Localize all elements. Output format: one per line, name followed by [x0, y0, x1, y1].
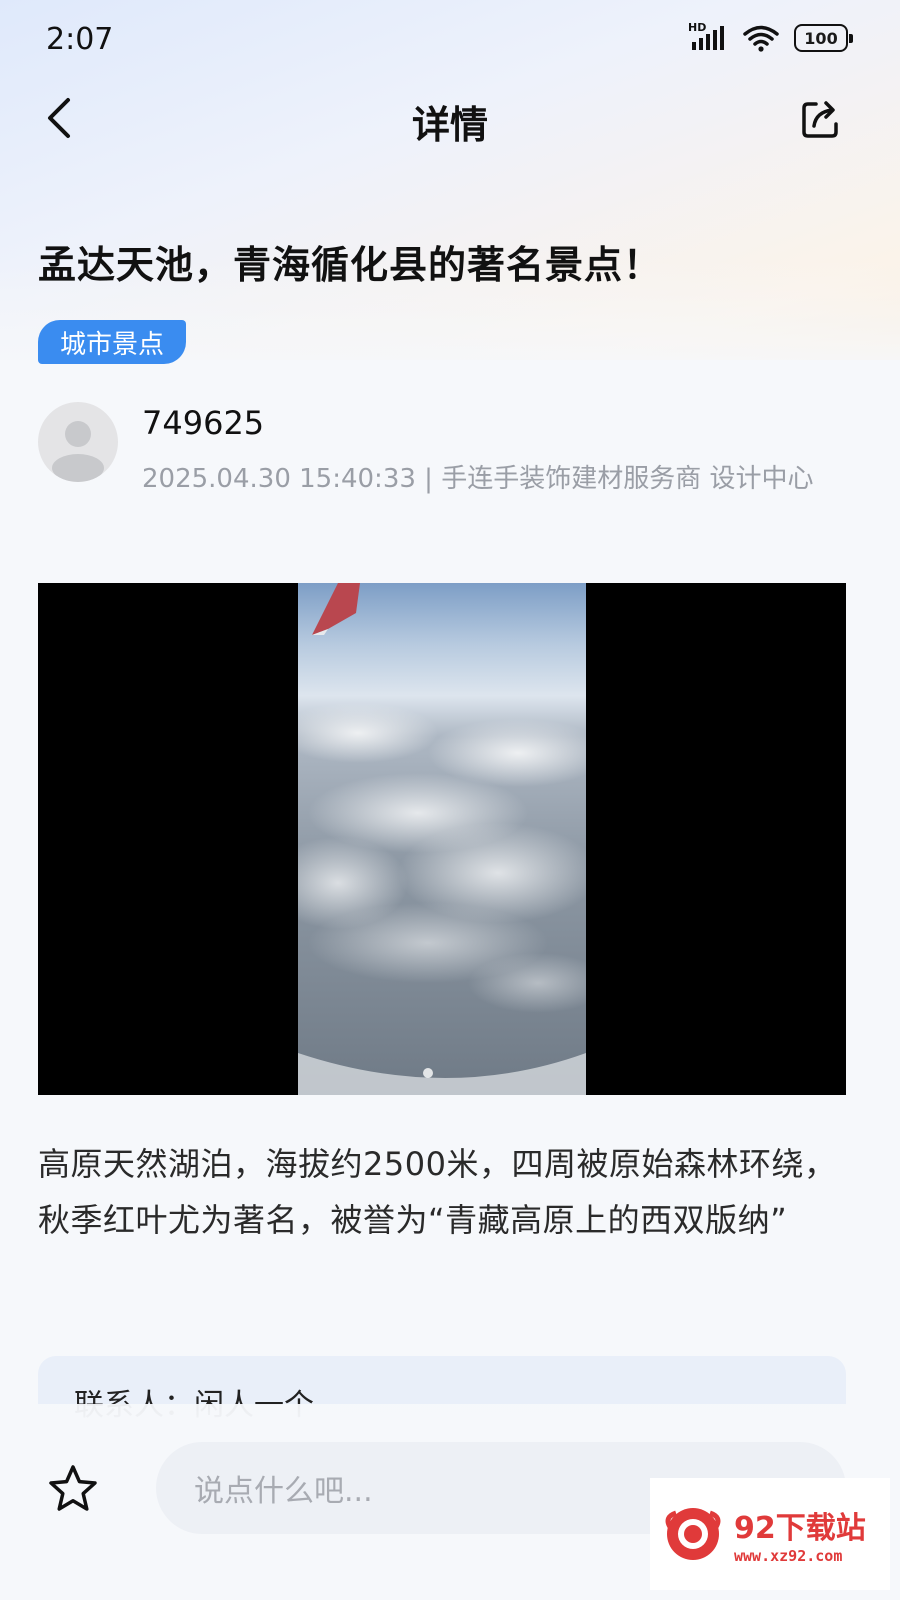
battery-icon: 100 — [794, 24, 853, 52]
author-name[interactable]: 749625 — [142, 404, 264, 442]
video-frame-image — [298, 583, 586, 1095]
watermark-url: www.xz92.com — [734, 1547, 843, 1565]
share-button[interactable] — [800, 96, 840, 140]
share-icon — [802, 101, 838, 138]
wifi-icon — [742, 24, 780, 52]
watermark: 92下载站 www.xz92.com — [650, 1478, 890, 1590]
category-tag[interactable]: 城市景点 — [38, 320, 187, 364]
video-player[interactable] — [38, 583, 846, 1095]
article-description: 高原天然湖泊，海拔约2500米，四周被原始森林环绕，秋季红叶尤为著名，被誉为“青… — [38, 1145, 837, 1239]
status-time: 2:07 — [46, 22, 114, 57]
favorite-button[interactable] — [46, 1462, 100, 1516]
watermark-name: 92下载站 — [734, 1511, 866, 1546]
author-meta: 2025.04.30 15:40:33 | 手连手装饰建材服务商 设计中心 — [142, 464, 814, 494]
avatar[interactable] — [38, 402, 118, 482]
watermark-logo-icon — [665, 1508, 721, 1560]
star-outline-icon — [49, 1465, 97, 1511]
status-icons: HD 100 — [688, 21, 853, 52]
default-avatar-icon — [52, 421, 104, 482]
signal-icon: HD — [688, 21, 728, 52]
watermark-text: 92下载站 www.xz92.com — [734, 1503, 866, 1565]
article-title: 孟达天池，青海循化县的著名景点！ — [38, 243, 663, 287]
page-title: 详情 — [411, 103, 488, 147]
